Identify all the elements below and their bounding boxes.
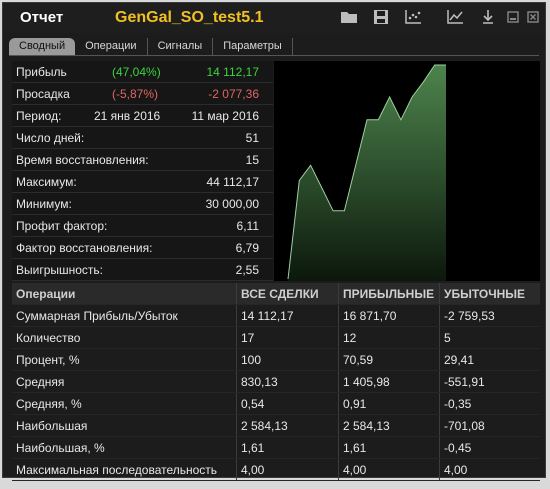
cell-all: 0,54 [241,397,265,411]
cell-profitable: 1,61 [343,441,367,455]
stat-value: 15 [245,153,259,167]
row-label: Средняя [16,375,65,389]
download-icon[interactable] [478,8,498,26]
row-label: Суммарная Прибыль/Убыток [16,309,178,323]
cell-profitable: 4,00 [343,463,367,477]
cell-losing: 29,41 [444,353,475,367]
cell-losing: -701,08 [444,419,485,433]
save-icon[interactable] [371,8,391,26]
stat-row: Выигрышность: 2,55 [12,259,273,281]
cell-all: 830,13 [241,375,278,389]
title-bar: Отчет GenGal_SO_test5.1 [3,3,545,33]
row-label: Количество [16,331,81,345]
report-window: Отчет GenGal_SO_test5.1 Сводный Операции… [2,2,546,481]
cell-losing: -0,35 [444,397,472,411]
period-from: 21 янв 2016 [94,109,161,123]
row-label: Наибольшая, % [16,441,105,455]
tab-operations[interactable]: Операции [75,38,148,55]
stat-row: Число дней: 51 [12,127,273,149]
cell-losing: -551,91 [444,375,485,389]
window-label: Отчет [20,9,64,26]
cell-losing: -0,45 [444,441,472,455]
table-row: Процент, % 100 70,59 29,41 [12,349,540,371]
stat-label: Фактор восстановления: [16,241,153,255]
report-name: GenGal_SO_test5.1 [115,9,264,26]
header-all-trades: ВСЕ СДЕЛКИ [241,287,319,301]
table-row: Количество 17 12 5 [12,327,540,349]
row-label: Наибольшая [16,419,88,433]
row-label: Максимальная последовательность [16,463,218,477]
stat-label: Число дней: [16,131,85,145]
stat-row: Минимум: 30 000,00 [12,193,273,215]
summary-stats: Прибыль (47,04%) 14 112,17 Просадка (-5,… [12,61,273,281]
stat-row: Фактор восстановления: 6,79 [12,237,273,259]
cell-all: 4,00 [241,463,265,477]
header-operations: Операции [16,287,76,301]
row-label: Средняя, % [16,397,82,411]
cell-losing: 5 [444,331,451,345]
cell-profitable: 70,59 [343,353,374,367]
cell-all: 2 584,13 [241,419,288,433]
scatter-chart-icon[interactable] [403,8,423,26]
cell-profitable: 0,91 [343,397,367,411]
stat-value: 2,55 [235,263,259,277]
tab-signals[interactable]: Сигналы [148,38,214,55]
drawdown-label: Просадка [16,87,70,101]
line-chart-icon[interactable] [445,8,465,26]
row-label: Процент, % [16,353,80,367]
cell-losing: -2 759,53 [444,309,495,323]
drawdown-value: -2 077,36 [208,87,259,101]
tab-parameters[interactable]: Параметры [213,38,293,55]
stat-label: Профит фактор: [16,219,108,233]
equity-chart [274,61,540,281]
minimize-icon[interactable] [503,8,523,26]
table-row: Средняя, % 0,54 0,91 -0,35 [12,393,540,415]
period-label: Период: [16,109,62,123]
cell-profitable: 1 405,98 [343,375,390,389]
table-row: Суммарная Прибыль/Убыток 14 112,17 16 87… [12,305,540,327]
period-to: 11 мар 2016 [191,109,259,123]
profit-value: 14 112,17 [206,65,260,79]
stat-row-period: Период: 21 янв 2016 11 мар 2016 [12,105,273,127]
profit-label: Прибыль [16,65,67,79]
operations-table: Операции ВСЕ СДЕЛКИ ПРИБЫЛЬНЫЕ УБЫТОЧНЫЕ… [12,283,540,481]
cell-all: 100 [241,353,262,367]
tab-summary[interactable]: Сводный [9,38,76,55]
header-profitable: ПРИБЫЛЬНЫЕ [343,287,435,301]
cell-all: 17 [241,331,255,345]
stat-row: Профит фактор: 6,11 [12,215,273,237]
cell-profitable: 2 584,13 [343,419,390,433]
cell-profitable: 12 [343,331,357,345]
tab-divider [9,55,539,56]
stat-row: Время восстановления: 15 [12,149,273,171]
stat-row-profit: Прибыль (47,04%) 14 112,17 [12,61,273,83]
table-row: Наибольшая, % 1,61 1,61 -0,45 [12,437,540,459]
stat-row: Максимум: 44 112,17 [12,171,273,193]
stat-label: Максимум: [16,175,77,189]
table-header: Операции ВСЕ СДЕЛКИ ПРИБЫЛЬНЫЕ УБЫТОЧНЫЕ [12,283,540,305]
cell-losing: 4,00 [444,463,468,477]
stat-value: 6,11 [236,219,259,233]
stat-value: 51 [245,131,259,145]
cell-all: 1,61 [241,441,265,455]
table-row: Наибольшая 2 584,13 2 584,13 -701,08 [12,415,540,437]
stat-label: Время восстановления: [16,153,149,167]
cell-profitable: 16 871,70 [343,309,397,323]
table-row: Средняя 830,13 1 405,98 -551,91 [12,371,540,393]
cell-all: 14 112,17 [241,309,294,323]
table-row: Максимальная последовательность 4,00 4,0… [12,459,540,481]
drawdown-percent: (-5,87%) [112,87,159,101]
tab-bar: Сводный Операции Сигналы Параметры [9,38,293,55]
profit-percent: (47,04%) [112,65,161,79]
folder-icon[interactable] [339,8,359,26]
stat-value: 44 112,17 [206,175,260,189]
stat-label: Минимум: [16,197,72,211]
stat-row-drawdown: Просадка (-5,87%) -2 077,36 [12,83,273,105]
close-icon[interactable] [523,8,543,26]
header-losing: УБЫТОЧНЫЕ [444,287,526,301]
stat-value: 30 000,00 [205,197,259,211]
stat-label: Выигрышность: [16,263,104,277]
stat-value: 6,79 [235,241,259,255]
